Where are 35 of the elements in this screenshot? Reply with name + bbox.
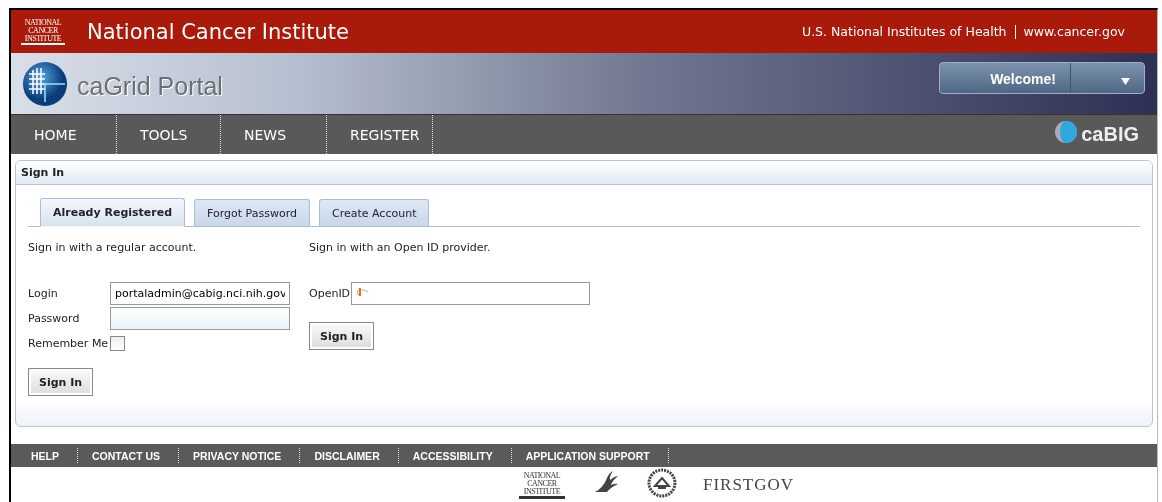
tab[interactable]: Forgot Password [194, 199, 310, 226]
cabig-logo-text: caBIG [1081, 123, 1139, 146]
password-field[interactable] [110, 307, 290, 330]
footer-link[interactable]: CONTACT US [78, 448, 180, 463]
portal-title: caGrid Portal [77, 72, 224, 101]
field-label: Remember Me [28, 337, 110, 350]
footer-link[interactable]: DISCLAIMER [300, 448, 399, 463]
globe-logo-icon [21, 59, 69, 108]
sign-in-button[interactable]: Sign In [28, 368, 94, 396]
nav-item[interactable]: HOME [11, 115, 117, 154]
footer-link[interactable]: ACCESSIBILITY [398, 448, 512, 463]
field-label: Login [28, 287, 59, 300]
nav-item[interactable]: TOOLS [117, 115, 221, 154]
panel-title: Sign In [16, 161, 1152, 185]
openid-field[interactable] [351, 282, 590, 305]
firstgov-logo[interactable]: FIRSTGOV [702, 475, 795, 495]
tab[interactable]: Already Registered [40, 198, 186, 227]
site-title: National Cancer Institute [87, 19, 350, 44]
welcome-button[interactable]: Welcome! [939, 61, 1145, 94]
field-label: Password [28, 312, 81, 325]
nav-item[interactable]: REGISTER [327, 115, 433, 154]
field-label: OpenID [309, 287, 352, 300]
intro-text: Sign in with a regular account. [28, 241, 198, 256]
nci-logo[interactable]: NATIONAL CANCER INSTITUTE [21, 18, 65, 45]
checkbox[interactable] [110, 336, 125, 351]
nci-logo[interactable]: NATIONAL CANCER INSTITUTE [518, 471, 565, 499]
nav-item[interactable]: NEWS [221, 115, 327, 154]
footer-link[interactable]: APPLICATION SUPPORT [511, 448, 669, 463]
footer-link[interactable]: PRIVACY NOTICE [179, 448, 301, 463]
intro-text: Sign in with an Open ID provider. [309, 241, 492, 256]
footer-link[interactable]: HELP [17, 448, 78, 463]
header-link[interactable]: www.cancer.gov [1023, 24, 1125, 39]
sign-in-button[interactable]: Sign In [309, 322, 375, 350]
tab[interactable]: Create Account [319, 199, 430, 226]
header-link[interactable]: U.S. National Institutes of Health [802, 24, 1007, 39]
